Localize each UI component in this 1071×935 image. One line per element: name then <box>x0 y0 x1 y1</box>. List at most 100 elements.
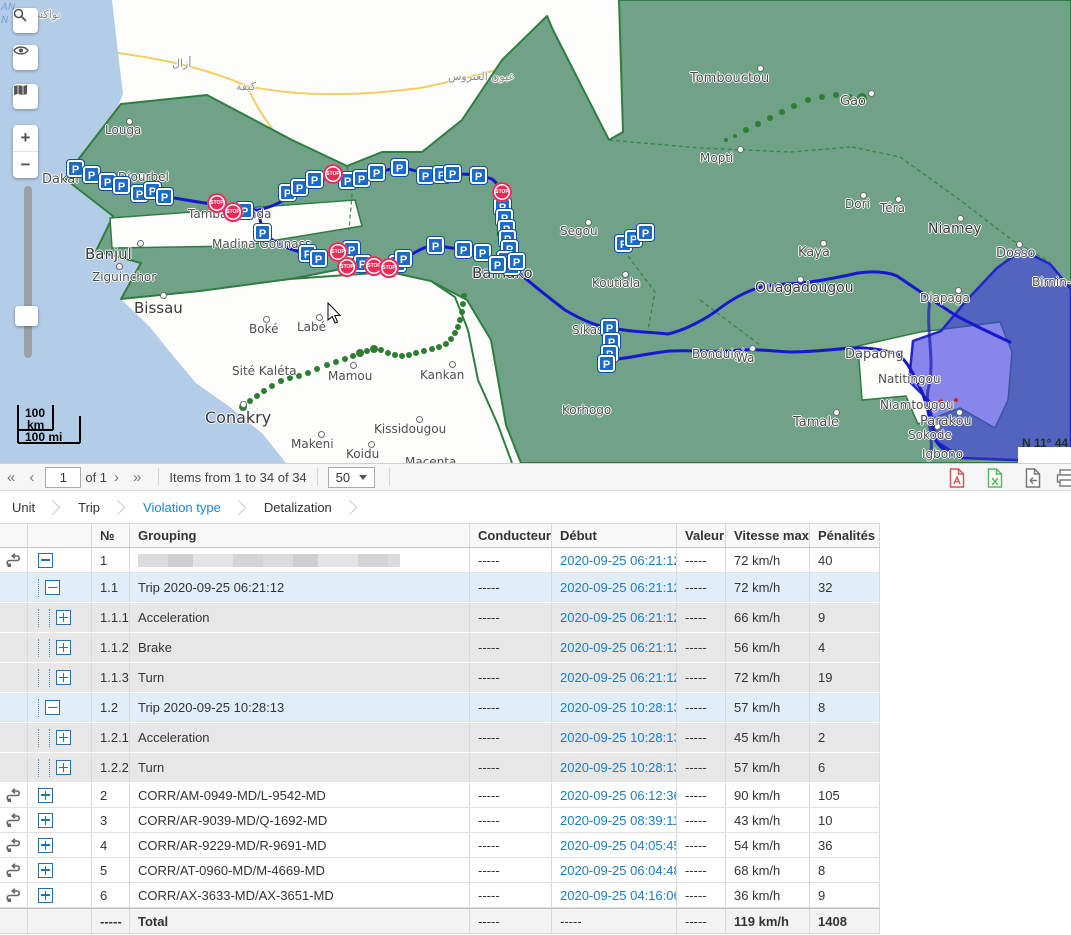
parking-marker[interactable]: P <box>113 177 130 194</box>
header-valeur[interactable]: Valeur <box>677 524 726 547</box>
debut-link[interactable]: 2020-09-25 06:04:48 <box>560 863 677 878</box>
print-button[interactable] <box>1056 468 1071 488</box>
parking-marker[interactable]: P <box>427 237 444 254</box>
parking-marker[interactable]: P <box>489 256 506 273</box>
debut-link[interactable]: 2020-09-25 06:21:12 <box>560 640 677 655</box>
parking-marker[interactable]: P <box>254 224 271 241</box>
parking-marker[interactable]: P <box>637 224 654 241</box>
parking-marker[interactable]: P <box>444 165 461 182</box>
breadcrumb-item-violation-type[interactable]: Violation type <box>131 500 223 515</box>
grouping-cell: CORR/AX-3633-MD/AX-3651-MD <box>130 883 470 907</box>
table-row[interactable]: 3 CORR/AR-9039-MD/Q-1692-MD ----- 2020-0… <box>0 808 880 833</box>
expand-toggle[interactable] <box>56 760 71 775</box>
expand-toggle[interactable] <box>38 888 53 903</box>
table-row[interactable]: 1.2 Trip 2020-09-25 10:28:13 ----- 2020-… <box>0 693 880 723</box>
debut-link[interactable]: 2020-09-25 06:21:12 <box>560 580 677 595</box>
tree-cell <box>28 753 92 782</box>
first-page-button[interactable]: « <box>0 469 22 486</box>
track-icon[interactable] <box>6 812 22 829</box>
header-debut[interactable]: Début <box>552 524 677 547</box>
parking-marker[interactable]: P <box>391 159 408 176</box>
import-file-button[interactable] <box>1024 468 1042 488</box>
parking-marker[interactable]: P <box>83 166 100 183</box>
track-icon[interactable] <box>6 887 22 904</box>
collapse-toggle[interactable] <box>38 553 53 568</box>
header-no[interactable]: № <box>92 524 130 547</box>
parking-marker[interactable]: P <box>417 167 434 184</box>
track-icon[interactable] <box>6 862 22 879</box>
table-row[interactable]: ----- Total ----- ----- ----- 119 km/h 1… <box>0 908 880 934</box>
breadcrumb-item-detalization[interactable]: Detalization <box>252 500 334 515</box>
expand-toggle[interactable] <box>38 813 53 828</box>
table-row[interactable]: 2 CORR/AM-0949-MD/L-9542-MD ----- 2020-0… <box>0 783 880 808</box>
expand-toggle[interactable] <box>38 788 53 803</box>
map-canvas[interactable]: ANNنواكشوطأزالكيفةعيون العتروسLougaDiour… <box>0 0 1071 463</box>
parking-marker[interactable]: P <box>598 355 615 372</box>
next-page-button[interactable]: › <box>107 469 126 486</box>
table-row[interactable]: 1 ----- 2020-09-25 06:21:12 ----- 72 km/… <box>0 548 880 573</box>
breadcrumb-item-trip[interactable]: Trip <box>66 500 102 515</box>
table-row[interactable]: 1.1.1 Acceleration ----- 2020-09-25 06:2… <box>0 603 880 633</box>
header-conducteur[interactable]: Conducteur <box>470 524 552 547</box>
map-layers-button[interactable] <box>13 84 38 109</box>
header-grouping[interactable]: Grouping <box>130 524 470 547</box>
table-row[interactable]: 5 CORR/AT-0960-MD/M-4669-MD ----- 2020-0… <box>0 858 880 883</box>
collapse-toggle[interactable] <box>45 700 60 715</box>
parking-marker[interactable]: P <box>508 253 525 270</box>
expand-toggle[interactable] <box>38 838 53 853</box>
zoom-slider-thumb[interactable] <box>15 306 38 326</box>
header-penalites[interactable]: Pénalités <box>810 524 880 547</box>
debut-link[interactable]: 2020-09-25 06:21:12 <box>560 610 677 625</box>
parking-marker[interactable]: P <box>310 250 327 267</box>
expand-toggle[interactable] <box>56 640 71 655</box>
expand-toggle[interactable] <box>56 610 71 625</box>
debut-link[interactable]: 2020-09-25 08:39:11 <box>560 813 677 828</box>
last-page-button[interactable]: » <box>126 469 148 486</box>
table-row[interactable]: 6 CORR/AX-3633-MD/AX-3651-MD ----- 2020-… <box>0 883 880 908</box>
expand-toggle[interactable] <box>38 863 53 878</box>
parking-marker[interactable]: P <box>156 188 173 205</box>
zoom-slider-track[interactable] <box>24 186 32 358</box>
parking-marker[interactable]: P <box>306 171 323 188</box>
excel-export-button[interactable] <box>986 468 1004 488</box>
debut-link[interactable]: 2020-09-25 06:21:12 <box>560 670 677 685</box>
debut-link[interactable]: 2020-09-25 10:28:13 <box>560 700 677 715</box>
stop-marker[interactable]: STOP <box>492 182 512 202</box>
expand-toggle[interactable] <box>56 730 71 745</box>
table-row[interactable]: 1.2.1 Acceleration ----- 2020-09-25 10:2… <box>0 723 880 753</box>
zoom-in-button[interactable]: + <box>13 125 38 151</box>
page-size-select[interactable]: 50 <box>328 467 375 488</box>
debut-link[interactable]: 2020-09-25 06:21:12 <box>560 553 677 568</box>
debut-link[interactable]: 2020-09-25 10:28:13 <box>560 730 677 745</box>
table-row[interactable]: 1.1.3 Turn ----- 2020-09-25 06:21:12 ---… <box>0 663 880 693</box>
header-vitesse-maxi[interactable]: Vitesse maxi <box>726 524 810 547</box>
track-icon[interactable] <box>6 552 22 569</box>
stop-marker[interactable]: STOP <box>323 164 343 184</box>
table-row[interactable]: 1.2.2 Turn ----- 2020-09-25 10:28:13 ---… <box>0 753 880 783</box>
parking-marker[interactable]: P <box>455 241 472 258</box>
collapse-toggle[interactable] <box>45 580 60 595</box>
map-visibility-button[interactable] <box>13 45 38 70</box>
stop-marker[interactable]: STOP <box>223 202 243 222</box>
zoom-out-button[interactable]: − <box>13 151 38 178</box>
page-number-input[interactable] <box>45 467 81 488</box>
parking-marker[interactable]: P <box>67 160 84 177</box>
table-row[interactable]: 1.1.2 Brake ----- 2020-09-25 06:21:12 --… <box>0 633 880 663</box>
debut-link[interactable]: 2020-09-25 06:12:36 <box>560 788 677 803</box>
track-icon[interactable] <box>6 787 22 804</box>
track-icon[interactable] <box>6 837 22 854</box>
map-search-button[interactable] <box>13 8 38 33</box>
parking-marker[interactable]: P <box>470 167 487 184</box>
table-row[interactable]: 4 CORR/AR-9229-MD/R-9691-MD ----- 2020-0… <box>0 833 880 858</box>
debut-link[interactable]: 2020-09-25 04:16:06 <box>560 888 677 903</box>
debut-link[interactable]: 2020-09-25 10:28:13 <box>560 760 677 775</box>
table-row[interactable]: 1.1 Trip 2020-09-25 06:21:12 ----- 2020-… <box>0 573 880 603</box>
pdf-export-button[interactable] <box>948 468 966 488</box>
debut-link[interactable]: 2020-09-25 04:05:45 <box>560 838 677 853</box>
prev-page-button[interactable]: ‹ <box>22 469 41 486</box>
breadcrumb-item-unit[interactable]: Unit <box>0 500 37 515</box>
parking-marker[interactable]: P <box>368 164 385 181</box>
stop-marker[interactable]: STOP <box>337 257 357 277</box>
expand-toggle[interactable] <box>56 670 71 685</box>
stop-marker[interactable]: STOP <box>379 258 399 278</box>
